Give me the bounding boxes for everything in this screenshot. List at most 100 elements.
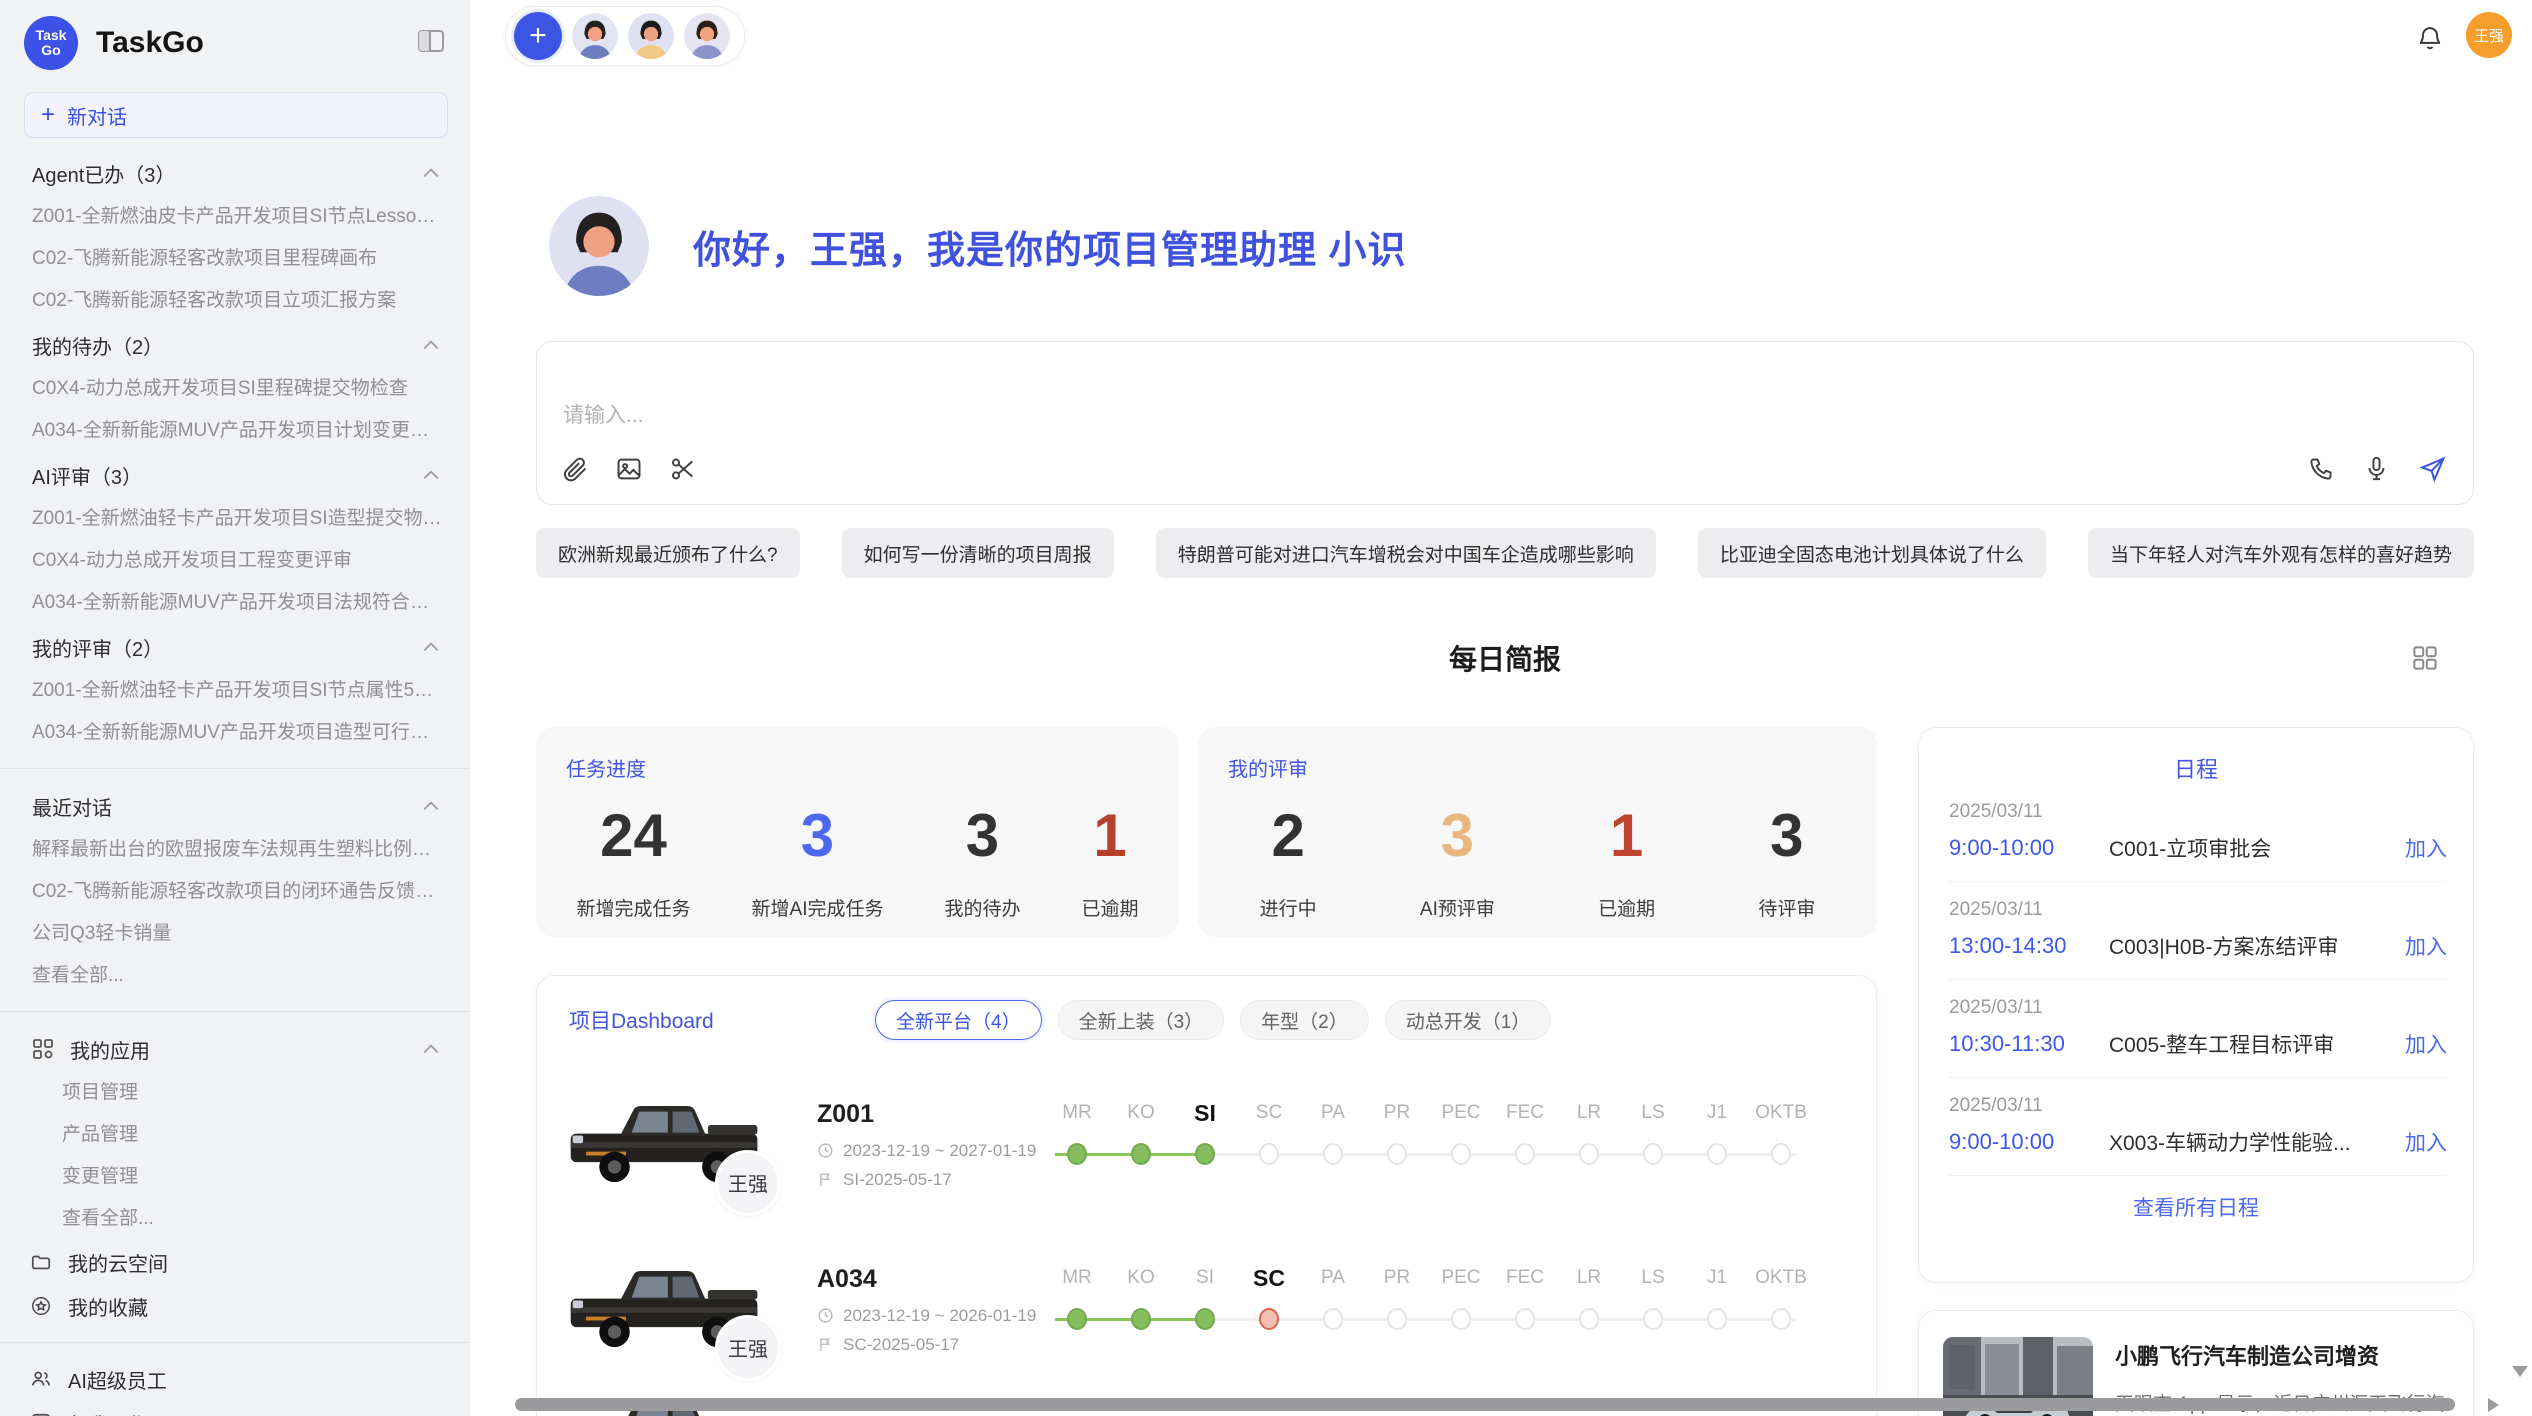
sidebar-section-header[interactable]: 我的评审（2） <box>0 624 470 670</box>
stat: 1已逾期 <box>1081 806 1138 921</box>
sidebar-app-item[interactable]: 查看全部... <box>0 1198 470 1240</box>
chevron-up-icon <box>422 1043 440 1055</box>
stat: 24新增完成任务 <box>577 806 691 921</box>
logo-line-1: Task <box>36 28 67 43</box>
milestone-dot <box>1579 1143 1599 1165</box>
suggestion-chip[interactable]: 当下年轻人对汽车外观有怎样的喜好趋势 <box>2088 528 2474 578</box>
attachment-icon[interactable] <box>561 455 589 488</box>
project-row: 王强Z0012023-12-19 ~ 2027-01-19SI-2025-05-… <box>537 1062 1876 1227</box>
sidebar-link-label: 我的云空间 <box>68 1248 168 1277</box>
agent-avatar-3[interactable] <box>684 13 730 59</box>
milestone-dot <box>1067 1143 1087 1165</box>
scissors-icon[interactable] <box>669 455 697 488</box>
sidebar-item[interactable]: A034-全新新能源MUV产品开发项目造型可行性评审 <box>0 712 470 754</box>
agent-avatar-2[interactable] <box>628 13 674 59</box>
milestone-columns: MRKOSISCPAPRPECFECLRLSJ1OKTB <box>1045 1095 1832 1165</box>
sidebar-section-header[interactable]: 我的待办（2） <box>0 322 470 368</box>
suggestion-chip[interactable]: 欧洲新规最近颁布了什么? <box>536 528 800 578</box>
suggestion-chip[interactable]: 如何写一份清晰的项目周报 <box>842 528 1114 578</box>
microphone-icon[interactable] <box>2363 455 2390 487</box>
sidebar-item[interactable]: 查看全部... <box>0 955 470 997</box>
user-avatar[interactable]: 王强 <box>2466 12 2512 58</box>
milestone-label: SI <box>1173 1095 1237 1131</box>
add-agent-button[interactable]: + <box>514 12 562 60</box>
collapse-sidebar-icon[interactable] <box>418 29 444 58</box>
sidebar-app-item[interactable]: 项目管理 <box>0 1072 470 1114</box>
join-event-link[interactable]: 加入 <box>2405 1029 2447 1059</box>
project-dashboard-card: 项目Dashboard 全新平台（4）全新上装（3）年型（2）动总开发（1） 王… <box>536 975 1877 1416</box>
stat-label: 待评审 <box>1758 894 1815 921</box>
stat-row: 24新增完成任务3新增AI完成任务3我的待办1已逾期 <box>536 806 1179 921</box>
sidebar-item[interactable]: 公司Q3轻卡销量 <box>0 913 470 955</box>
stat-value: 24 <box>577 806 691 866</box>
sidebar-item[interactable]: A034-全新新能源MUV产品开发项目法规符合性评审 <box>0 582 470 624</box>
sidebar-item[interactable]: Z001-全新燃油轻卡产品开发项目SI造型提交物评审 <box>0 498 470 540</box>
sidebar-item[interactable]: 解释最新出台的欧盟报废车法规再生塑料比例被调至15%... <box>0 829 470 871</box>
sidebar-section: 最近对话解释最新出台的欧盟报废车法规再生塑料比例被调至15%...C02-飞腾新… <box>0 783 470 997</box>
dashboard-filter-tab[interactable]: 全新平台（4） <box>875 1000 1042 1040</box>
phone-icon[interactable] <box>2308 455 2335 487</box>
new-chat-button[interactable]: + 新对话 <box>24 92 448 138</box>
sidebar-app-item[interactable]: 产品管理 <box>0 1114 470 1156</box>
sidebar-section-my-apps[interactable]: 我的应用 <box>0 1026 470 1072</box>
sidebar: Task Go TaskGo + 新对话 Agent已办（3）Z001-全新燃油… <box>0 0 470 1416</box>
milestone-dot <box>1387 1308 1407 1330</box>
sidebar-link-label: 我的收藏 <box>68 1292 148 1321</box>
milestone-label: LR <box>1557 1095 1621 1131</box>
join-event-link[interactable]: 加入 <box>2405 1127 2447 1157</box>
milestone-LS: LS <box>1621 1095 1685 1165</box>
sidebar-item[interactable]: C0X4-动力总成开发项目SI里程碑提交物检查 <box>0 368 470 410</box>
milestone-track: MRKOSISCPAPRPECFECLRLSJ1OKTB <box>1045 1095 1832 1195</box>
schedule-title: 日程 <box>1919 752 2473 784</box>
sidebar-item[interactable]: Z001-全新燃油皮卡产品开发项目SI节点Lesson Learn报告 <box>0 196 470 238</box>
dashboard-filter-tab[interactable]: 全新上装（3） <box>1058 1000 1225 1040</box>
scroll-right-arrow[interactable] <box>2488 1398 2499 1412</box>
sidebar-section-header[interactable]: Agent已办（3） <box>0 150 470 196</box>
main-area: + 王强 你好，王强，我是你的项目管理助理 小识 <box>470 0 2532 1416</box>
horizontal-scrollbar[interactable] <box>515 1398 2455 1411</box>
sidebar-item[interactable]: A034-全新新能源MUV产品开发项目计划变更表编写 <box>0 410 470 452</box>
sidebar-item[interactable]: C02-飞腾新能源轻客改款项目立项汇报方案 <box>0 280 470 322</box>
sidebar-item[interactable]: C02-飞腾新能源轻客改款项目的闭环通告反馈情况 <box>0 871 470 913</box>
flag-icon <box>817 1171 834 1188</box>
agent-avatar-1[interactable] <box>572 13 618 59</box>
suggestion-chip[interactable]: 特朗普可能对进口汽车增税会对中国车企造成哪些影响 <box>1156 528 1656 578</box>
sidebar-app-item[interactable]: 变更管理 <box>0 1156 470 1198</box>
briefing-layout-icon[interactable] <box>2412 645 2438 676</box>
sidebar-section-header[interactable]: 最近对话 <box>0 783 470 829</box>
sidebar-link-star-badge[interactable]: 我的收藏 <box>0 1284 470 1328</box>
dashboard-filters: 全新平台（4） 全新上装（3） 年型（2） 动总开发（1） <box>875 1000 1551 1040</box>
suggestion-chips: 欧洲新规最近颁布了什么? 如何写一份清晰的项目周报特朗普可能对进口汽车增税会对中国… <box>536 528 2474 578</box>
sidebar-item[interactable]: C02-飞腾新能源轻客改款项目里程碑画布 <box>0 238 470 280</box>
milestone-dot <box>1323 1143 1343 1165</box>
stat-value: 1 <box>1081 806 1138 866</box>
project-flag-note: SC-2025-05-17 <box>817 1335 1045 1355</box>
sidebar-section: 我的待办（2）C0X4-动力总成开发项目SI里程碑提交物检查A034-全新新能源… <box>0 322 470 452</box>
sidebar-section-header[interactable]: AI评审（3） <box>0 452 470 498</box>
sidebar-item[interactable]: Z001-全新燃油轻卡产品开发项目SI节点属性5D文件评审 <box>0 670 470 712</box>
suggestion-chip[interactable]: 比亚迪全固态电池计划具体说了什么 <box>1698 528 2046 578</box>
stat-label: 新增AI完成任务 <box>752 894 884 921</box>
scroll-down-arrow[interactable] <box>2512 1366 2528 1377</box>
sidebar-section-title: Agent已办（3） <box>32 159 422 188</box>
event-name: X003-车辆动力学性能验... <box>2109 1127 2405 1157</box>
send-icon[interactable] <box>2418 454 2447 488</box>
message-input[interactable] <box>563 404 2163 428</box>
event-time: 9:00-10:00 <box>1949 1129 2109 1155</box>
dashboard-filter-tab[interactable]: 动总开发（1） <box>1385 1000 1552 1040</box>
dashboard-filter-tab[interactable]: 年型（2） <box>1240 1000 1369 1040</box>
image-icon[interactable] <box>615 455 643 488</box>
sidebar-link-cloud-folder[interactable]: 我的云空间 <box>0 1240 470 1284</box>
sidebar-tool-write[interactable]: 帮我写作 <box>0 1401 470 1416</box>
stat-value: 3 <box>752 806 884 866</box>
divider <box>0 768 470 769</box>
milestone-label: SC <box>1237 1095 1301 1131</box>
notification-bell-icon[interactable] <box>2416 24 2444 57</box>
view-all-schedule-link[interactable]: 查看所有日程 <box>1919 1192 2473 1222</box>
sidebar-item[interactable]: C0X4-动力总成开发项目工程变更评审 <box>0 540 470 582</box>
join-event-link[interactable]: 加入 <box>2405 833 2447 863</box>
join-event-link[interactable]: 加入 <box>2405 931 2447 961</box>
milestone-FEC: FEC <box>1493 1260 1557 1330</box>
sidebar-tool-people[interactable]: AI超级员工 <box>0 1357 470 1401</box>
chevron-up-icon <box>422 469 440 481</box>
